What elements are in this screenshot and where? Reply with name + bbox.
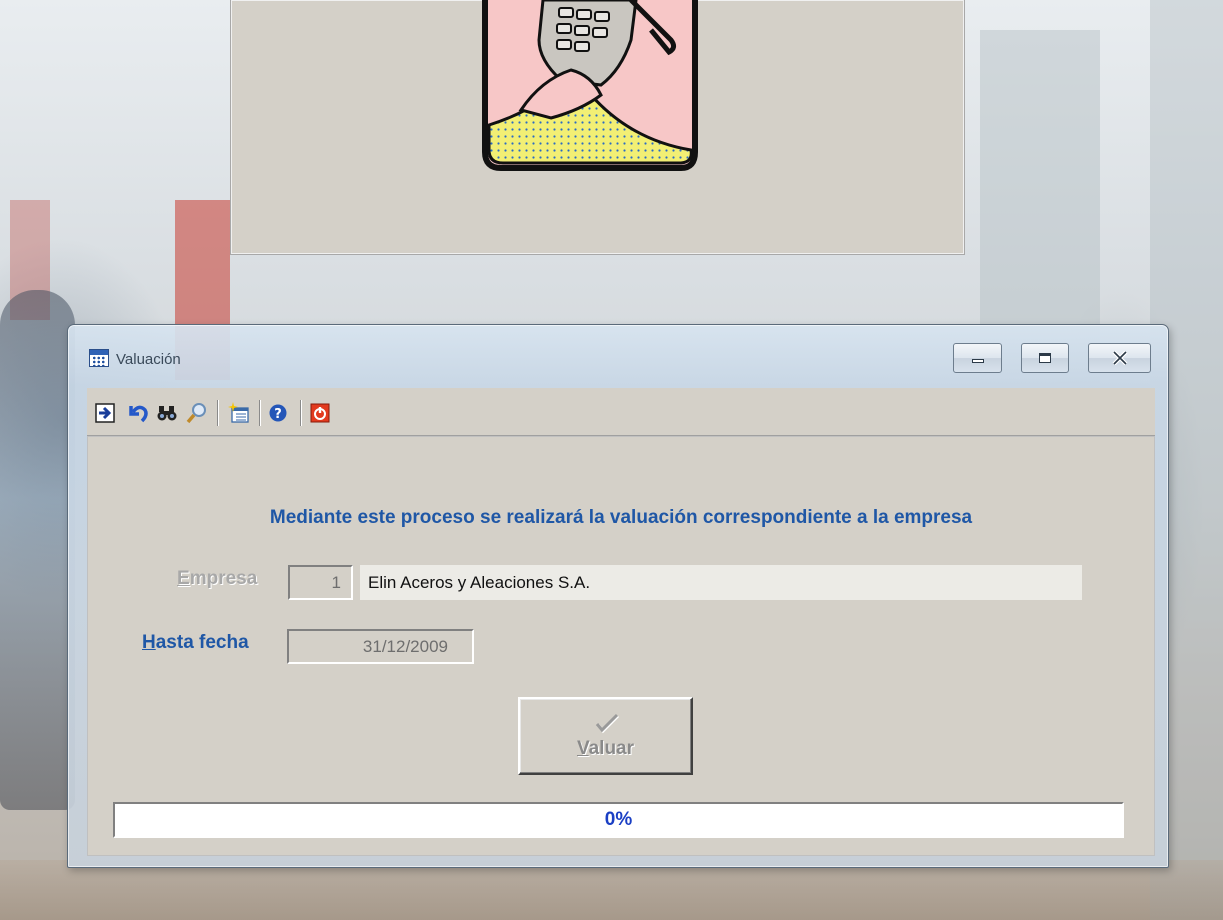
toolbar: ? [87, 388, 1155, 436]
background-person [0, 290, 75, 810]
empresa-name-field: Elin Aceros y Aleaciones S.A. [360, 565, 1082, 600]
calendar-app-icon [89, 349, 109, 367]
toolbar-separator [300, 400, 302, 426]
valuacion-window: Valuación ? Mediante este proceso se rea… [67, 324, 1169, 868]
title-bar[interactable]: Valuación [68, 325, 1168, 387]
process-description: Mediante este proceso se realizará la va… [269, 507, 973, 528]
exit-arrow-icon[interactable] [94, 402, 116, 424]
progress-percentage: 0% [604, 809, 633, 830]
hasta-fecha-label: Hasta fecha [142, 632, 249, 653]
toolbar-separator [217, 400, 219, 426]
magnifier-icon[interactable] [186, 402, 208, 424]
toolbar-separator [259, 400, 261, 426]
calculator-hand-illustration [482, 0, 698, 171]
background-floor [0, 860, 1223, 920]
close-button[interactable] [1088, 343, 1151, 373]
valuar-label: Valuar [576, 738, 635, 759]
checkmark-icon [595, 713, 619, 734]
valuar-button[interactable]: Valuar [518, 697, 693, 775]
window-title: Valuación [116, 351, 181, 368]
maximize-button[interactable] [1021, 343, 1069, 373]
progress-bar: 0% [113, 802, 1124, 838]
form-panel: Mediante este proceso se realizará la va… [87, 436, 1155, 856]
minimize-icon [971, 359, 984, 363]
empresa-code-field: 1 [288, 565, 353, 600]
splash-window [230, 0, 965, 255]
hasta-fecha-field[interactable]: 31/12/2009 [287, 629, 474, 664]
power-off-icon[interactable] [309, 402, 331, 424]
binoculars-icon[interactable] [156, 402, 178, 424]
minimize-button[interactable] [953, 343, 1002, 373]
maximize-icon [1039, 353, 1051, 363]
svg-text:?: ? [274, 407, 282, 422]
empresa-label: Empresa [177, 568, 258, 589]
close-icon [1112, 351, 1127, 365]
new-sheet-icon[interactable] [228, 402, 250, 424]
help-icon[interactable]: ? [267, 402, 289, 424]
undo-icon[interactable] [127, 402, 149, 424]
